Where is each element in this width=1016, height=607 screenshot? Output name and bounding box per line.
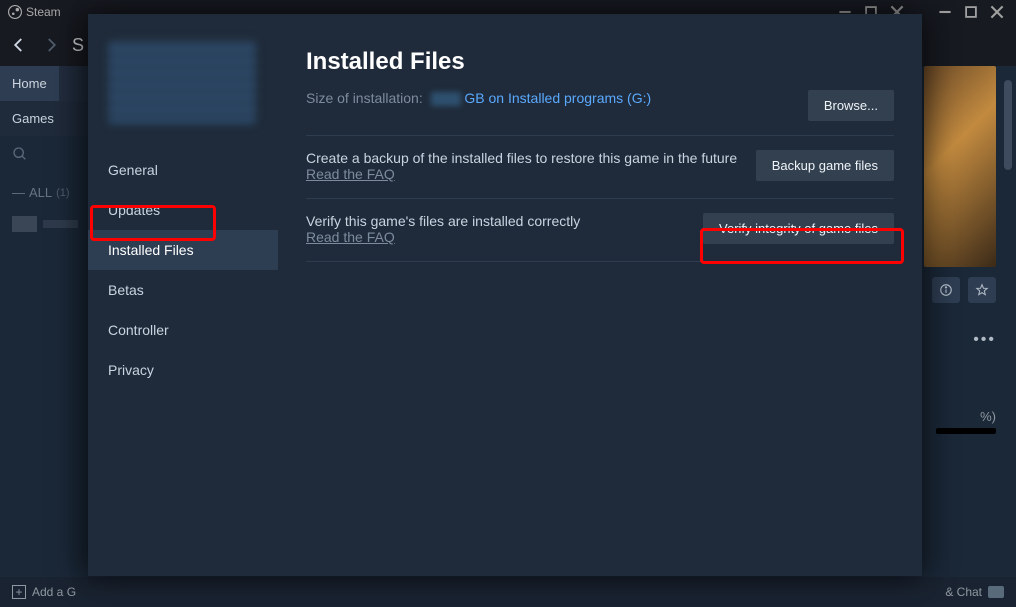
nav-forward-button[interactable] [40,34,62,56]
size-label: Size of installation: [306,90,423,106]
dash-icon: — [12,185,25,200]
backup-button[interactable]: Backup game files [756,150,894,181]
properties-body: Installed Files Size of installation: GB… [278,14,922,576]
add-game-button[interactable]: + Add a G [12,585,76,599]
game-hero-art [924,66,996,267]
library-search[interactable] [0,136,90,177]
bottom-bar: + Add a G & Chat [0,577,1016,607]
sidebar-item-updates[interactable]: Updates [88,190,278,230]
tab-home[interactable]: Home [0,66,59,101]
close-button-outer[interactable] [986,1,1008,23]
sidebar-item-betas[interactable]: Betas [88,270,278,310]
game-detail-panel: ••• %) [924,66,996,586]
backup-section: Create a backup of the installed files t… [306,136,894,199]
page-title: Installed Files [306,48,894,76]
browse-button[interactable]: Browse... [808,90,894,121]
steam-logo: Steam [8,5,61,19]
game-properties-dialog: General Updates Installed Files Betas Co… [88,14,922,576]
friends-chat-label[interactable]: & Chat [945,585,982,599]
page-scrollbar[interactable] [1004,80,1012,560]
info-button[interactable] [932,277,960,303]
library-game-item[interactable] [0,208,90,240]
all-count: (1) [56,187,69,199]
add-game-label: Add a G [32,585,76,599]
backup-text: Create a backup of the installed files t… [306,150,738,166]
tab-games[interactable]: Games [0,101,90,136]
plus-icon: + [12,585,26,599]
nav-back-button[interactable] [8,34,30,56]
friends-icon[interactable] [988,586,1004,598]
nav-store-label[interactable]: S [72,35,84,56]
game-thumbnail [12,216,37,232]
all-label: ALL [29,185,52,200]
minimize-button-outer[interactable] [934,1,956,23]
app-name: Steam [26,5,61,19]
maximize-button-outer[interactable] [960,1,982,23]
sidebar-item-controller[interactable]: Controller [88,310,278,350]
verify-text: Verify this game's files are installed c… [306,213,685,229]
achievement-bar [936,428,996,434]
verify-button[interactable]: Verify integrity of game files [703,213,894,244]
favorite-button[interactable] [968,277,996,303]
sidebar-item-installed-files[interactable]: Installed Files [88,230,278,270]
size-path-link[interactable]: GB on Installed programs (G:) [461,90,652,106]
sidebar-item-privacy[interactable]: Privacy [88,350,278,390]
library-left-column: Home Games — ALL (1) [0,66,90,607]
verify-section: Verify this game's files are installed c… [306,199,894,262]
size-value-redacted [431,92,461,106]
library-all-collapse[interactable]: — ALL (1) [0,177,90,208]
size-section: Size of installation: GB on Installed pr… [306,76,894,136]
achievement-percent: %) [924,409,996,424]
game-title-redacted [108,40,256,124]
sidebar-item-general[interactable]: General [88,150,278,190]
properties-sidebar: General Updates Installed Files Betas Co… [88,14,278,576]
more-menu[interactable]: ••• [924,331,996,349]
game-name-redacted [43,220,78,228]
backup-faq-link[interactable]: Read the FAQ [306,166,395,182]
verify-faq-link[interactable]: Read the FAQ [306,229,395,245]
